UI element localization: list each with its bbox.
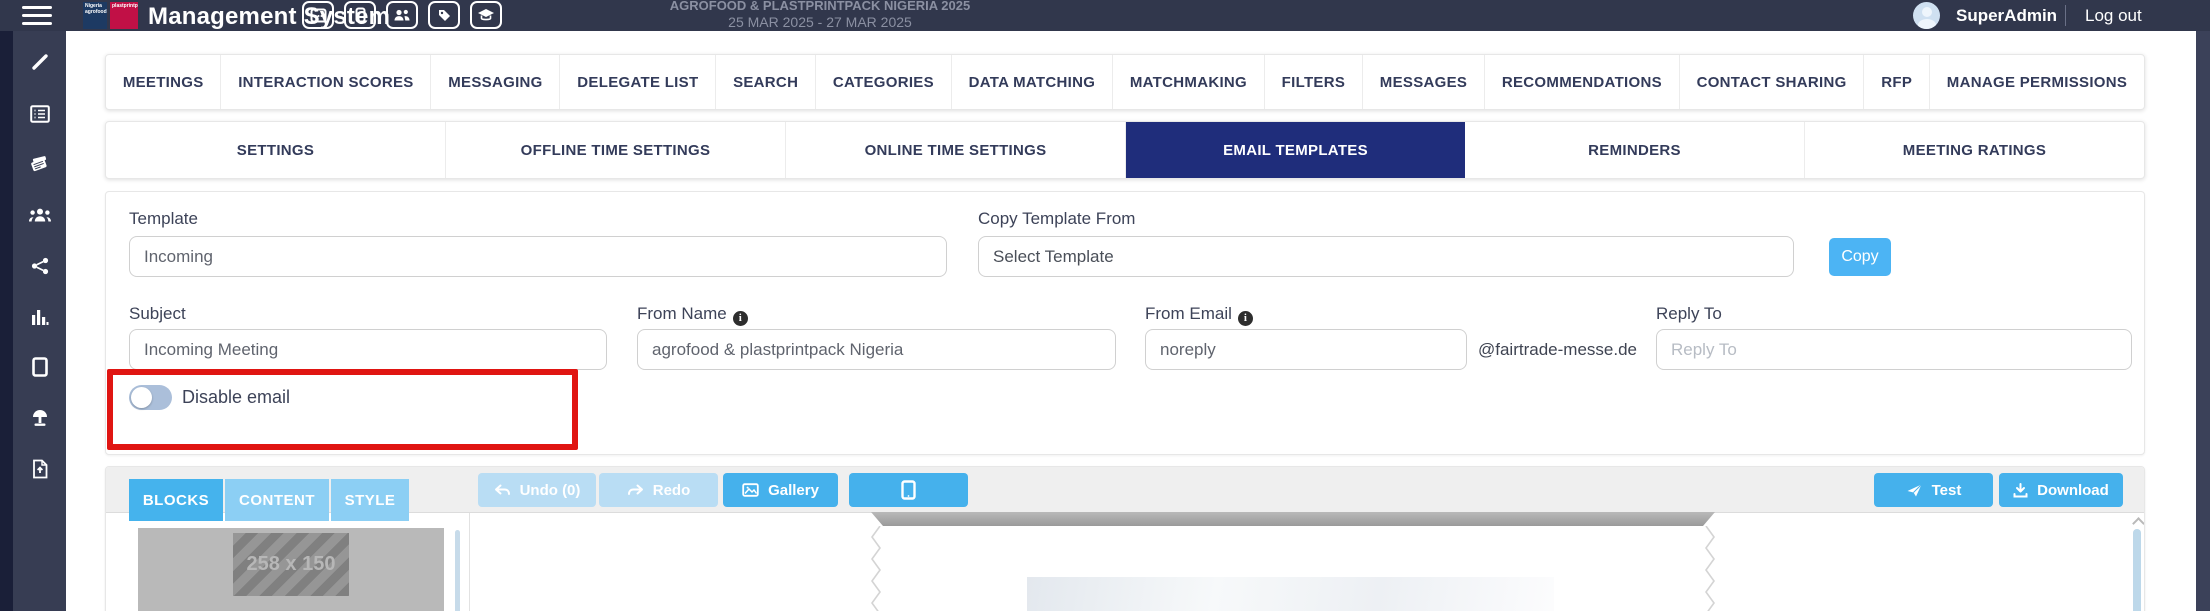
editor-toolbar-strip (106, 467, 2144, 513)
reply-to-label: Reply To (1656, 304, 1722, 324)
info-icon[interactable]: i (733, 311, 748, 326)
event-header: AGROFOOD & PLASTPRINTPACK NIGERIA 2025 2… (640, 0, 1000, 31)
tab-interaction-scores[interactable]: INTERACTION SCORES (221, 55, 431, 109)
mobile-preview-button[interactable] (849, 473, 968, 507)
tab-filters[interactable]: FILTERS (1265, 55, 1363, 109)
app-root: Nigeria agrofood plastprintpack Manageme… (0, 0, 2210, 611)
tab-categories[interactable]: CATEGORIES (816, 55, 952, 109)
main-nav-tabs: MEETINGS INTERACTION SCORES MESSAGING DE… (105, 54, 2145, 110)
from-email-input[interactable] (1145, 329, 1467, 370)
subject-input[interactable] (129, 329, 607, 370)
template-label: Template (129, 209, 198, 229)
tab-matchmaking[interactable]: MATCHMAKING (1113, 55, 1265, 109)
share-icon[interactable] (26, 252, 54, 280)
meetings-icon[interactable] (26, 151, 54, 179)
logout-button[interactable]: Log out (2085, 6, 2142, 26)
subject-label: Subject (129, 304, 186, 324)
file-upload-icon[interactable] (26, 455, 54, 483)
email-editor: BLOCKS CONTENT STYLE 258 x 150 Undo (0) … (105, 466, 2145, 611)
calendar-icon[interactable] (302, 1, 334, 29)
tab-rfp[interactable]: RFP (1864, 55, 1930, 109)
hamburger-menu-icon[interactable] (22, 6, 52, 25)
tab-manage-permissions[interactable]: MANAGE PERMISSIONS (1930, 55, 2144, 109)
tab-online-time-settings[interactable]: ONLINE TIME SETTINGS (786, 122, 1126, 178)
copy-button[interactable]: Copy (1829, 238, 1891, 276)
template-left-torn-edge (870, 526, 884, 611)
sub-nav-tabs: SETTINGS OFFLINE TIME SETTINGS ONLINE TI… (105, 121, 2145, 179)
gallery-button[interactable]: Gallery (723, 473, 838, 507)
event-dates: 25 MAR 2025 - 27 MAR 2025 (640, 14, 1000, 30)
right-edge-strip (2196, 31, 2210, 611)
tag-icon[interactable] (428, 1, 460, 29)
info-icon[interactable]: i (1238, 311, 1253, 326)
user-name: SuperAdmin (1956, 6, 2057, 26)
scroll-up-caret-icon[interactable] (2132, 517, 2145, 530)
tab-offline-time-settings[interactable]: OFFLINE TIME SETTINGS (446, 122, 786, 178)
panel-tab-blocks[interactable]: BLOCKS (129, 479, 223, 521)
list-icon[interactable] (26, 100, 54, 128)
download-button[interactable]: Download (1999, 473, 2123, 507)
tab-meeting-ratings[interactable]: MEETING RATINGS (1805, 122, 2144, 178)
disable-email-toggle[interactable] (129, 385, 172, 410)
tablet-icon[interactable] (26, 353, 54, 381)
delegates-icon[interactable] (386, 1, 418, 29)
logo-agrofood: Nigeria agrofood (83, 2, 107, 29)
pen-icon[interactable] (26, 48, 54, 76)
copy-template-from-label: Copy Template From (978, 209, 1135, 229)
tab-reminders[interactable]: REMINDERS (1465, 122, 1805, 178)
send-icon (1906, 483, 1923, 498)
from-name-input[interactable] (637, 329, 1116, 370)
email-template-form: Template Copy Template From Copy Subject… (105, 191, 2145, 455)
blocks-panel: 258 x 150 (138, 528, 444, 611)
undo-icon (494, 484, 511, 497)
mobile-icon[interactable] (344, 1, 376, 29)
undo-button[interactable]: Undo (0) (478, 473, 596, 507)
toggle-knob (131, 387, 152, 408)
event-name: AGROFOOD & PLASTPRINTPACK NIGERIA 2025 (640, 0, 1000, 13)
sidebar (13, 31, 66, 611)
tab-messaging[interactable]: MESSAGING (431, 55, 560, 109)
left-edge-strip (0, 31, 13, 611)
mobile-preview-icon (901, 480, 916, 500)
download-icon (2013, 483, 2028, 498)
tab-search[interactable]: SEARCH (716, 55, 816, 109)
template-image-block[interactable] (1027, 577, 1554, 611)
topbar: Nigeria agrofood plastprintpack Manageme… (0, 0, 2210, 31)
image-block-placeholder[interactable]: 258 x 150 (233, 533, 349, 596)
tab-data-matching[interactable]: DATA MATCHING (952, 55, 1113, 109)
disable-email-label: Disable email (182, 387, 290, 408)
from-email-label: From Emaili (1145, 304, 1253, 326)
tab-delegate-list[interactable]: DELEGATE LIST (560, 55, 716, 109)
blocks-panel-scrollbar[interactable] (455, 530, 460, 611)
avatar[interactable] (1913, 2, 1940, 29)
tab-email-templates[interactable]: EMAIL TEMPLATES (1126, 122, 1465, 178)
bar-chart-icon[interactable] (26, 303, 54, 331)
education-icon[interactable] (470, 1, 502, 29)
canvas-scrollbar-thumb[interactable] (2133, 529, 2141, 611)
panel-tab-style[interactable]: STYLE (331, 479, 409, 521)
people-group-icon[interactable] (26, 201, 54, 229)
redo-icon (627, 484, 644, 497)
canvas-scrollbar-track (2133, 529, 2141, 611)
reply-to-input[interactable] (1656, 329, 2132, 370)
tab-meetings[interactable]: MEETINGS (106, 55, 221, 109)
template-drag-handle[interactable] (871, 512, 1715, 526)
template-right-torn-edge (1702, 526, 1716, 611)
topbar-divider (2065, 5, 2066, 26)
panel-tab-content[interactable]: CONTENT (225, 479, 329, 521)
tab-recommendations[interactable]: RECOMMENDATIONS (1485, 55, 1680, 109)
from-name-label: From Namei (637, 304, 748, 326)
copy-template-from-select[interactable] (978, 236, 1794, 277)
gallery-icon (742, 483, 759, 497)
tab-contact-sharing[interactable]: CONTACT SHARING (1680, 55, 1865, 109)
redo-button[interactable]: Redo (599, 473, 718, 507)
from-email-domain: @fairtrade-messe.de (1478, 329, 1637, 370)
template-input[interactable] (129, 236, 947, 277)
podium-icon[interactable] (26, 404, 54, 432)
tab-settings[interactable]: SETTINGS (106, 122, 446, 178)
logo-plastprintpack: plastprintpack (110, 2, 138, 29)
tab-messages[interactable]: MESSAGES (1363, 55, 1485, 109)
test-button[interactable]: Test (1874, 473, 1993, 507)
